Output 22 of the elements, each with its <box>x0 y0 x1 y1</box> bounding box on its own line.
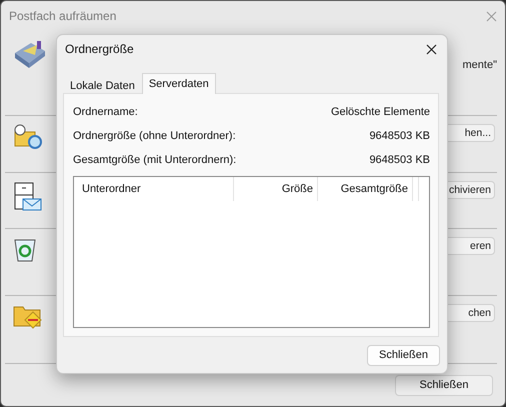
tab[interactable]: Serverdaten <box>142 73 216 94</box>
close-icon[interactable] <box>426 44 437 54</box>
column-header[interactable]: Größe <box>234 177 318 201</box>
close-button[interactable]: Schließen <box>395 374 493 396</box>
field-value: 9648503 KB <box>369 130 430 142</box>
column-header[interactable]: Gesamtgröße <box>318 177 413 201</box>
cleanup-icon <box>13 39 47 69</box>
archive-mail-icon <box>13 181 43 211</box>
column-header[interactable]: Unterordner <box>74 177 234 201</box>
tab[interactable]: Lokale Daten <box>63 76 142 94</box>
field-label: Ordnername: <box>73 106 138 118</box>
folder-icon <box>13 304 43 330</box>
close-button[interactable]: Schließen <box>367 344 440 366</box>
field-value: 9648503 KB <box>369 154 430 166</box>
field-label: Ordnergröße (ohne Unterordner): <box>73 130 236 142</box>
recycle-bin-icon <box>13 237 37 263</box>
field-value: Gelöschte Elemente <box>330 106 430 118</box>
section-text: mente" <box>462 59 497 71</box>
window-title: Postfach aufräumen <box>9 9 116 23</box>
field-label: Gesamtgröße (mit Unterordnern): <box>73 154 236 166</box>
mail-search-icon <box>13 124 43 150</box>
dialog-title: Ordnergröße <box>65 42 134 56</box>
